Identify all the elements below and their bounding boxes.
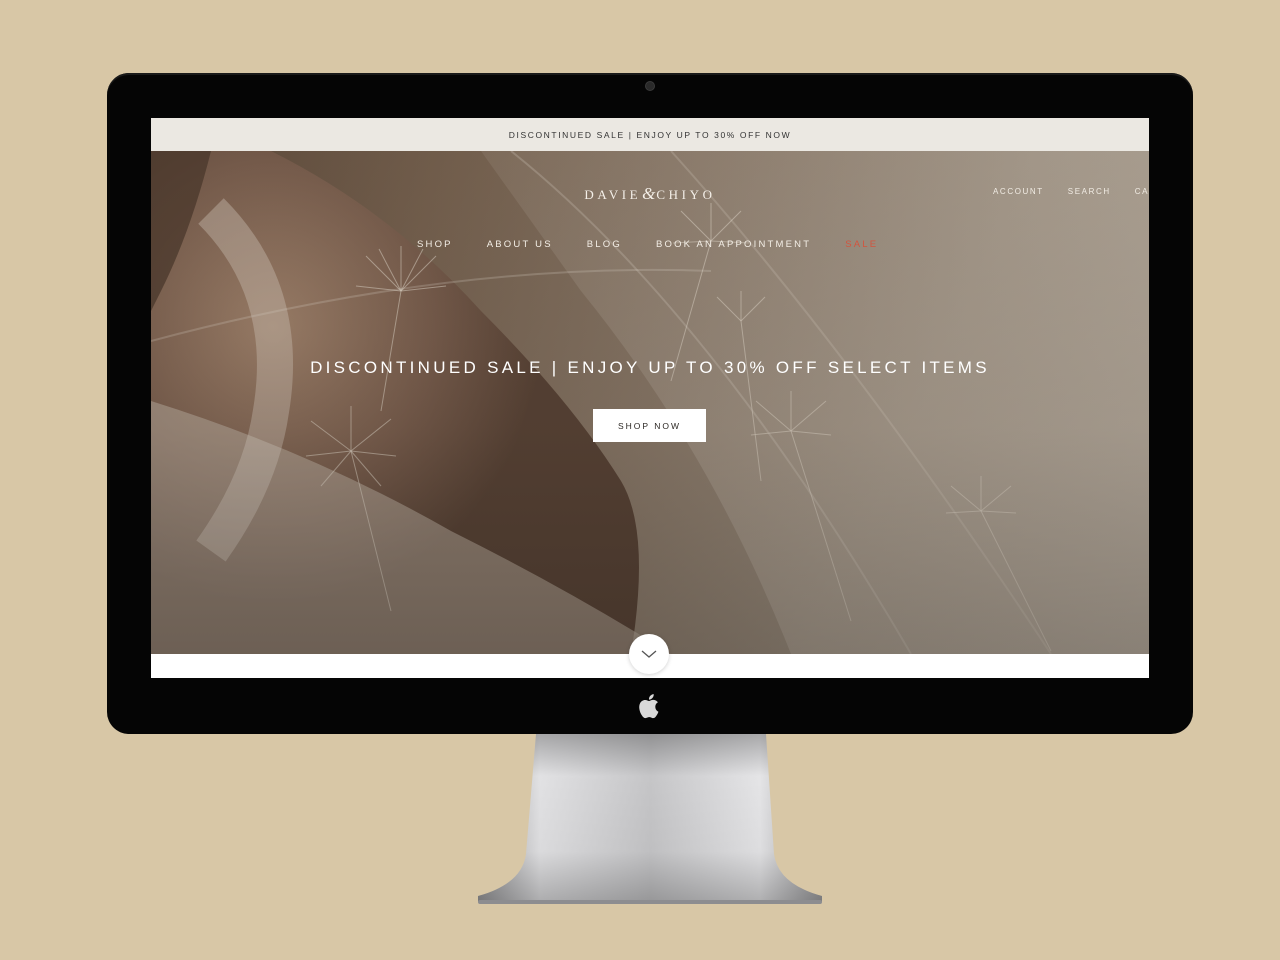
- logo-ampersand: &: [642, 184, 656, 203]
- camera-icon: [646, 82, 654, 90]
- website-screen: DISCONTINUED SALE | ENJOY UP TO 30% OFF …: [151, 118, 1149, 678]
- nav-item-book-appointment[interactable]: BOOK AN APPOINTMENT: [656, 239, 811, 250]
- logo-left: DAVIE: [584, 187, 642, 202]
- apple-icon: [639, 694, 659, 719]
- hero-heading: DISCONTINUED SALE | ENJOY UP TO 30% OFF …: [310, 358, 990, 377]
- hero-overlay: [151, 151, 1149, 654]
- shop-now-button[interactable]: SHOP NOW: [593, 409, 706, 442]
- logo-right: CHIYO: [656, 187, 716, 202]
- header-utility-links: ACCOUNT SEARCH CA: [993, 187, 1149, 196]
- nav-item-about-us[interactable]: ABOUT US: [487, 239, 553, 250]
- main-navigation: SHOP ABOUT US BLOG BOOK AN APPOINTMENT S…: [417, 239, 878, 250]
- chevron-down-icon: [641, 650, 657, 658]
- search-link[interactable]: SEARCH: [1068, 187, 1111, 196]
- announcement-text: DISCONTINUED SALE | ENJOY UP TO 30% OFF …: [508, 129, 792, 140]
- monitor-stand: [478, 734, 822, 904]
- hero-section: DAVIE&CHIYO ACCOUNT SEARCH CA SHOP ABOUT…: [151, 151, 1149, 654]
- cart-link[interactable]: CA: [1135, 187, 1149, 196]
- announcement-bar[interactable]: DISCONTINUED SALE | ENJOY UP TO 30% OFF …: [151, 118, 1149, 151]
- account-link[interactable]: ACCOUNT: [993, 187, 1044, 196]
- scroll-down-button[interactable]: [629, 634, 669, 674]
- nav-item-sale[interactable]: SALE: [845, 239, 878, 250]
- monitor-mockup: DISCONTINUED SALE | ENJOY UP TO 30% OFF …: [0, 0, 1280, 960]
- nav-item-shop[interactable]: SHOP: [417, 239, 453, 250]
- nav-item-blog[interactable]: BLOG: [587, 239, 622, 250]
